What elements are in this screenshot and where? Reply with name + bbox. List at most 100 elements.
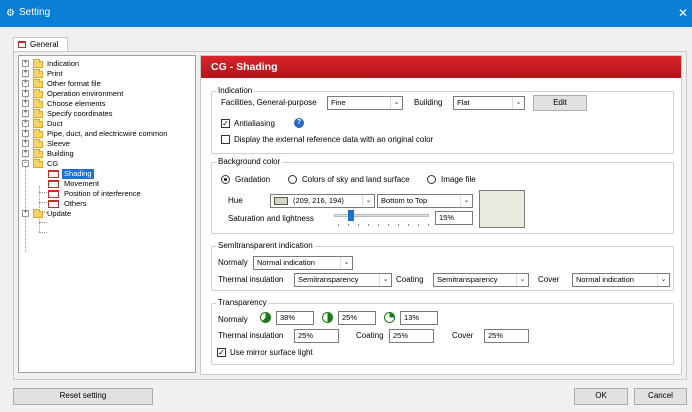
folder-icon xyxy=(33,89,43,98)
chevron-down-icon: ⌄ xyxy=(340,257,352,269)
window-icon xyxy=(18,41,26,48)
background-group-label: Background color xyxy=(216,157,283,167)
chevron-down-icon: ⌄ xyxy=(516,274,528,286)
chevron-down-icon: ⌄ xyxy=(657,274,669,286)
building-select[interactable]: Flat ⌄ xyxy=(453,96,525,110)
semi-normaly-label: Normaly xyxy=(218,258,248,267)
tree-item-label: Specify coordinates xyxy=(47,109,113,118)
trans-normaly-2[interactable]: 25% xyxy=(338,311,376,325)
saturation-slider-thumb[interactable] xyxy=(348,210,354,221)
hue-swatch xyxy=(274,197,288,205)
expand-icon[interactable]: + xyxy=(22,70,29,77)
trans-coating-field[interactable]: 25% xyxy=(389,329,434,343)
expand-icon[interactable]: + xyxy=(22,150,29,157)
expand-icon[interactable]: + xyxy=(22,130,29,137)
antialiasing-checkbox[interactable]: ✓ xyxy=(221,119,230,128)
expand-icon[interactable]: + xyxy=(22,80,29,87)
semi-coating-select[interactable]: Semitransparency ⌄ xyxy=(433,273,529,287)
facilities-label: Facilities, General-purpose xyxy=(221,98,317,107)
external-reference-checkbox[interactable] xyxy=(221,135,230,144)
tree-item-label: Position of interference xyxy=(64,189,141,198)
folder-icon xyxy=(33,149,43,158)
semitransparent-group-label: Semitransparent indication xyxy=(216,241,315,251)
folder-icon xyxy=(33,159,43,168)
folder-icon xyxy=(33,129,43,138)
app-gear-icon: ⚙ xyxy=(6,8,15,19)
collapse-icon[interactable]: − xyxy=(22,160,29,167)
semi-thermal-select[interactable]: Semitransparency ⌄ xyxy=(294,273,392,287)
facilities-select-value: Fine xyxy=(331,98,346,107)
folder-icon xyxy=(33,109,43,118)
sky-land-label: Colors of sky and land surface xyxy=(302,175,410,184)
chevron-down-icon: ⌄ xyxy=(390,97,402,109)
tree-item-label: Movement xyxy=(64,179,100,188)
mirror-light-label: Use mirror surface light xyxy=(230,348,313,357)
hue-select-value: (209, 216, 194) xyxy=(293,196,344,205)
semi-thermal-label: Thermal insulation xyxy=(218,275,284,284)
folder-icon xyxy=(33,119,43,128)
trans-normaly-3[interactable]: 13% xyxy=(400,311,438,325)
semi-cover-label: Cover xyxy=(538,275,560,284)
semi-cover-value: Normal indication xyxy=(576,275,634,284)
tree-item-label: Duct xyxy=(47,119,63,128)
expand-icon[interactable]: + xyxy=(22,90,29,97)
external-reference-label: Display the external reference data with… xyxy=(234,135,434,144)
help-icon[interactable]: ? xyxy=(294,118,304,128)
semi-normaly-value: Normal indication xyxy=(257,258,315,267)
reset-setting-button[interactable]: Reset setting xyxy=(13,388,153,405)
folder-icon xyxy=(33,69,43,78)
gradation-label: Gradation xyxy=(235,175,271,184)
window-icon xyxy=(48,170,59,178)
image-file-radio[interactable] xyxy=(427,175,436,184)
tree-item-label: Choose elements xyxy=(47,99,106,108)
expand-icon[interactable]: + xyxy=(22,120,29,127)
semi-normaly-select[interactable]: Normal indication ⌄ xyxy=(253,256,353,270)
hue-select[interactable]: (209, 216, 194) ⌄ xyxy=(270,194,375,208)
chevron-down-icon: ⌄ xyxy=(379,274,391,286)
tree-item-label: Pipe, duct, and electricwire common xyxy=(47,129,168,138)
folder-icon xyxy=(33,79,43,88)
cancel-button[interactable]: Cancel xyxy=(634,388,687,405)
ok-button[interactable]: OK xyxy=(574,388,628,405)
expand-icon[interactable]: + xyxy=(22,60,29,67)
window-icon xyxy=(48,200,59,208)
building-select-value: Flat xyxy=(457,98,470,107)
tree-item-label: Others xyxy=(64,199,87,208)
saturation-field[interactable]: 15% xyxy=(435,211,473,225)
sky-land-radio[interactable] xyxy=(288,175,297,184)
edit-button[interactable]: Edit xyxy=(533,95,587,111)
expand-icon[interactable]: + xyxy=(22,110,29,117)
semi-cover-select[interactable]: Normal indication ⌄ xyxy=(572,273,670,287)
folder-icon xyxy=(33,99,43,108)
expand-icon[interactable]: + xyxy=(22,210,29,217)
chevron-down-icon: ⌄ xyxy=(460,195,472,207)
tree-item-label: Shading xyxy=(62,169,94,179)
close-icon[interactable]: ✕ xyxy=(676,5,690,21)
trans-normaly-1[interactable]: 38% xyxy=(276,311,314,325)
folder-icon xyxy=(33,139,43,148)
tree-item-label: CG xyxy=(47,159,59,168)
tree-item-label: Building xyxy=(47,149,74,158)
trans-cover-label: Cover xyxy=(452,331,474,340)
opacity-high-icon xyxy=(260,312,271,323)
expand-icon[interactable]: + xyxy=(22,140,29,147)
tree-item-label: Indication xyxy=(47,59,80,68)
antialiasing-label: Antialiasing xyxy=(234,119,275,128)
semi-thermal-value: Semitransparency xyxy=(298,275,359,284)
chevron-down-icon: ⌄ xyxy=(362,195,374,207)
settings-tree[interactable]: + Indication + Print + Other format file + Oper… xyxy=(18,55,196,373)
trans-coating-label: Coating xyxy=(356,331,384,340)
trans-thermal-field[interactable]: 25% xyxy=(294,329,339,343)
gradation-radio[interactable] xyxy=(221,175,230,184)
direction-select[interactable]: Bottom to Top ⌄ xyxy=(377,194,473,208)
mirror-light-checkbox[interactable]: ✓ xyxy=(217,348,226,357)
direction-select-value: Bottom to Top xyxy=(381,196,428,205)
facilities-select[interactable]: Fine ⌄ xyxy=(327,96,403,110)
opacity-low-icon xyxy=(384,312,395,323)
expand-icon[interactable]: + xyxy=(22,100,29,107)
title-bar: ⚙ Setting ✕ xyxy=(0,0,692,27)
tree-item-label: Sleeve xyxy=(47,139,70,148)
opacity-half-icon xyxy=(322,312,333,323)
tab-general[interactable]: General xyxy=(13,37,68,52)
trans-cover-field[interactable]: 25% xyxy=(484,329,529,343)
